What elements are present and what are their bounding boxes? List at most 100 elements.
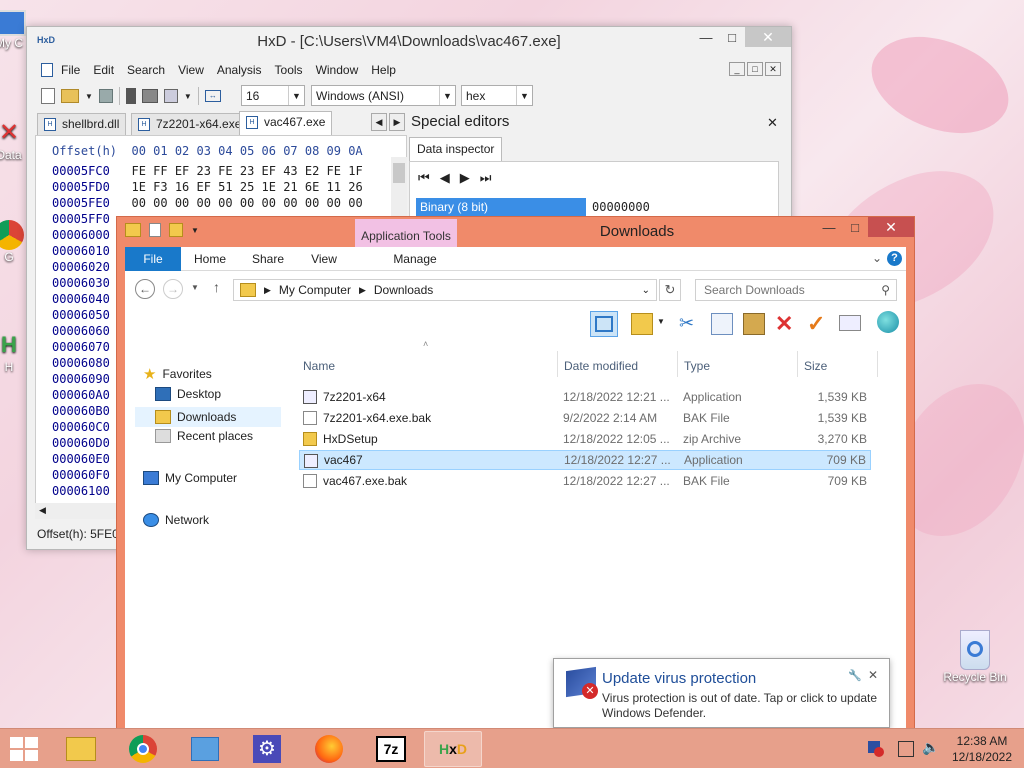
menu-help[interactable]: Help [371, 63, 396, 77]
hxd-titlebar[interactable]: HxD HxD - [C:\Users\VM4\Downloads\vac467… [27, 27, 791, 57]
file-row[interactable]: 7z2201-x64.exe.bak 9/2/2022 2:14 AM BAK Fi… [299, 408, 871, 428]
folder-options-icon[interactable] [631, 313, 653, 335]
options-dropdown-icon[interactable]: ▼ [657, 317, 667, 327]
close-button[interactable]: ✕ [868, 217, 914, 237]
tab-scroll-right-button[interactable]: ▶ [389, 113, 405, 131]
inspector-row-label[interactable]: Binary (8 bit) [416, 198, 586, 216]
recent-locations-icon[interactable]: ▼ [191, 283, 199, 292]
refresh-button[interactable]: ↻ [659, 279, 681, 301]
column-header-type[interactable]: Type [684, 359, 710, 373]
cut-icon[interactable]: ✂ [679, 313, 701, 335]
open-folder-icon[interactable] [61, 89, 79, 103]
dropdown-arrow-icon[interactable]: ▼ [184, 92, 192, 101]
minimize-button[interactable]: — [816, 217, 842, 237]
file-row[interactable]: vac467.exe.bak 12/18/2022 12:27 ... BAK Fi… [299, 471, 871, 491]
special-editors-close-button[interactable]: ✕ [767, 115, 778, 131]
data-inspector-tab[interactable]: Data inspector [409, 137, 503, 161]
last-icon[interactable]: ⏭ [480, 170, 492, 186]
tab-file[interactable]: File [125, 247, 181, 271]
dropdown-arrow-icon[interactable]: ▼ [85, 92, 93, 101]
ram-icon[interactable] [141, 89, 158, 103]
taskbar-file-explorer[interactable] [52, 731, 110, 767]
tab-view[interactable]: View [301, 247, 347, 271]
notification-close-button[interactable]: ✕ [868, 668, 878, 682]
maximize-button[interactable]: □ [842, 217, 868, 237]
first-icon[interactable]: ⏮ [418, 170, 430, 186]
encoding-select[interactable]: Windows (ANSI) ▼ [311, 85, 456, 106]
tab-7z2201[interactable]: H 7z2201-x64.exe [131, 113, 249, 135]
maximize-button[interactable]: □ [719, 27, 745, 47]
tab-scroll-left-button[interactable]: ◀ [371, 113, 387, 131]
check-icon[interactable]: ✓ [807, 311, 829, 336]
scrollbar-thumb[interactable] [393, 163, 405, 183]
menu-window[interactable]: Window [316, 63, 359, 77]
file-row[interactable]: HxDSetup 12/18/2022 12:05 ... zip Archive 3… [299, 429, 871, 449]
clock-date[interactable]: 12/18/2022 [950, 750, 1014, 764]
nav-network[interactable]: Network [143, 513, 209, 527]
defender-tray-icon[interactable] [868, 741, 884, 757]
search-box[interactable]: ⚲ [695, 279, 897, 301]
bytes-per-row-select[interactable]: 16 ▼ [241, 85, 305, 106]
disk-image-icon[interactable] [163, 89, 178, 103]
up-button[interactable]: ↑ [213, 279, 220, 295]
column-header-name[interactable]: Name [303, 359, 335, 373]
previous-icon[interactable]: ◀ [440, 170, 450, 186]
breadcrumb-my-computer[interactable]: My Computer [279, 283, 351, 297]
column-header-date[interactable]: Date modified [564, 359, 638, 373]
taskbar-settings[interactable]: ⚙ [238, 731, 296, 767]
expand-ribbon-icon[interactable]: ⌄ [872, 251, 882, 265]
next-icon[interactable]: ▶ [460, 170, 470, 186]
mdi-restore-button[interactable]: □ [747, 62, 763, 76]
menu-view[interactable]: View [178, 63, 204, 77]
paste-icon[interactable] [743, 313, 765, 335]
taskbar-hxd[interactable]: HxD [424, 731, 482, 767]
forward-button[interactable]: → [163, 279, 183, 299]
nav-recent-places[interactable]: Recent places [155, 429, 253, 443]
nav-desktop[interactable]: Desktop [155, 387, 221, 401]
taskbar-firefox[interactable] [300, 731, 358, 767]
hex-row[interactable]: 00005FD0 1E F3 16 EF 51 25 1E 21 6E 11 2… [52, 180, 363, 194]
quick-access-dropdown-icon[interactable]: ▼ [191, 226, 199, 235]
new-file-icon[interactable] [41, 88, 55, 104]
notification-settings-icon[interactable]: 🔧 [848, 669, 862, 682]
inspector-row-value[interactable]: 00000000 [588, 198, 758, 216]
taskbar-7zip[interactable]: 7z [362, 731, 420, 767]
nav-my-computer[interactable]: My Computer [143, 471, 237, 485]
address-bar[interactable]: ▶ My Computer ▶ Downloads ⌄ [233, 279, 657, 301]
breadcrumb-downloads[interactable]: Downloads [374, 283, 433, 297]
defender-notification[interactable]: ✕ Update virus protection Virus protecti… [553, 658, 890, 728]
hex-row[interactable]: 00005FC0 FE FF EF 23 FE 23 EF 43 E2 FE 1… [52, 164, 363, 178]
search-input[interactable] [696, 280, 866, 300]
rename-icon[interactable] [839, 315, 861, 331]
file-row[interactable]: vac467 12/18/2022 12:27 ... Application 709… [299, 450, 871, 470]
hex-row-bytes[interactable]: 1E F3 16 EF 51 25 1E 21 6E 11 26 [131, 180, 362, 194]
display-mode-select[interactable]: hex ▼ [461, 85, 533, 106]
taskbar-control-panel[interactable] [176, 731, 234, 767]
copy-icon[interactable] [711, 313, 733, 335]
network-tray-icon[interactable] [898, 741, 914, 757]
properties-icon[interactable] [149, 223, 161, 237]
tab-share[interactable]: Share [243, 247, 293, 271]
start-button[interactable] [10, 737, 38, 761]
menu-tools[interactable]: Tools [275, 63, 303, 77]
desktop-icon-recycle-bin[interactable]: Recycle Bin [938, 630, 1012, 684]
volume-icon[interactable]: 🔈 [922, 739, 939, 756]
hex-row[interactable]: 00005FE0 00 00 00 00 00 00 00 00 00 00 0… [52, 196, 363, 210]
tab-manage[interactable]: Manage [365, 247, 465, 271]
column-header-size[interactable]: Size [804, 359, 827, 373]
menu-analysis[interactable]: Analysis [217, 63, 262, 77]
tab-vac467[interactable]: Hvac467.exe [239, 111, 333, 135]
address-dropdown-icon[interactable]: ⌄ [642, 285, 650, 296]
hex-row-bytes[interactable]: 00 00 00 00 00 00 00 00 00 00 00 [131, 196, 362, 210]
clock-time[interactable]: 12:38 AM [950, 734, 1014, 748]
tab-home[interactable]: Home [187, 247, 233, 271]
mdi-minimize-button[interactable]: _ [729, 62, 745, 76]
nav-downloads[interactable]: Downloads [135, 407, 281, 427]
new-folder-icon[interactable] [169, 223, 183, 237]
nav-favorites[interactable]: ★ Favorites [143, 365, 212, 383]
menu-edit[interactable]: Edit [93, 63, 114, 77]
menu-search[interactable]: Search [127, 63, 165, 77]
delete-icon[interactable]: ✕ [775, 311, 797, 336]
tab-shellbrd[interactable]: Hshellbrd.dll [37, 113, 127, 135]
minimize-button[interactable]: — [693, 27, 719, 47]
